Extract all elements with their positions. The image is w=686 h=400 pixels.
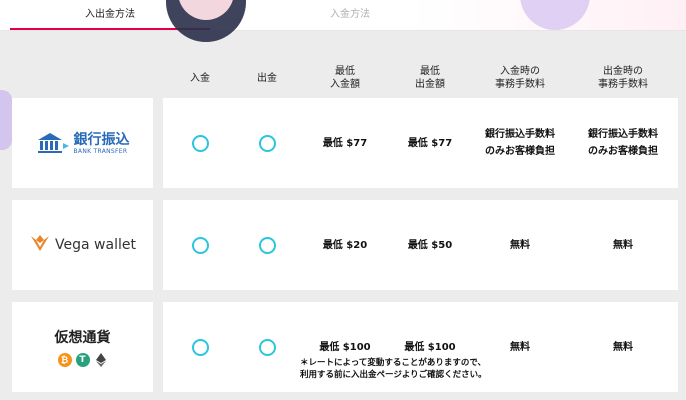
header-min-withdraw: 最低 出金額 bbox=[415, 66, 445, 90]
header-min-deposit: 最低 入金額 bbox=[330, 66, 360, 90]
rate-note: ＊レートによって変動することがありますので、 利用する前に入出金ページよりご確認… bbox=[300, 358, 487, 380]
deposit-fee-value: 銀行振込手数料 のみお客様負担 bbox=[485, 129, 555, 157]
min-deposit-value: 最低 $77 bbox=[322, 137, 368, 149]
vega-logo-text: Vega wallet bbox=[55, 237, 136, 253]
crypto-logo-title: 仮想通貨 bbox=[54, 330, 111, 346]
min-deposit-value: 最低 $20 bbox=[322, 239, 368, 251]
deposit-available bbox=[163, 200, 237, 290]
table-row-vega-wallet: Vega wallet 最低 $20 最低 $50 無料 無料 bbox=[12, 200, 678, 290]
min-withdraw-value: 最低 $50 bbox=[407, 239, 453, 251]
mascot-illustration-left bbox=[0, 90, 12, 150]
bank-building-icon bbox=[36, 131, 70, 155]
tab-label: 入金方法 bbox=[330, 9, 370, 20]
header-withdraw: 出金 bbox=[257, 72, 277, 84]
min-withdraw-value: 最低 $77 bbox=[407, 137, 453, 149]
withdraw-fee-value: 無料 bbox=[613, 341, 633, 353]
vega-wallet-logo: Vega wallet bbox=[12, 200, 153, 290]
ethereum-icon bbox=[93, 353, 108, 367]
deposit-available bbox=[163, 302, 237, 392]
withdraw-available bbox=[230, 200, 304, 290]
withdraw-fee-value: 銀行振込手数料 のみお客様負担 bbox=[588, 129, 658, 157]
bank-transfer-logo: 銀行振込 BANK TRANSFER bbox=[12, 98, 153, 188]
table-row-bank-transfer: 銀行振込 BANK TRANSFER 最低 $77 最低 $77 銀行振込手数料… bbox=[12, 98, 678, 188]
header-deposit: 入金 bbox=[190, 72, 210, 84]
available-circle-icon bbox=[258, 236, 276, 254]
header-deposit-fee: 入金時の 事務手数料 bbox=[495, 66, 545, 90]
bitcoin-icon: ₿ bbox=[57, 353, 72, 367]
crypto-logo: 仮想通貨 ₿ T bbox=[12, 302, 153, 392]
available-circle-icon bbox=[258, 338, 276, 356]
available-circle-icon bbox=[191, 338, 209, 356]
vega-crown-icon bbox=[29, 233, 51, 257]
available-circle-icon bbox=[191, 236, 209, 254]
deposit-fee-value: 無料 bbox=[510, 239, 530, 251]
available-circle-icon bbox=[258, 134, 276, 152]
available-circle-icon bbox=[191, 134, 209, 152]
bank-logo-subtitle: BANK TRANSFER bbox=[73, 147, 128, 155]
withdraw-available bbox=[230, 302, 304, 392]
tab-label: 入出金方法 bbox=[85, 9, 135, 20]
withdraw-available bbox=[230, 98, 304, 188]
withdraw-fee-value: 無料 bbox=[613, 239, 633, 251]
tether-icon: T bbox=[75, 353, 90, 367]
header-withdraw-fee: 出金時の 事務手数料 bbox=[598, 66, 648, 90]
tab-deposit-methods[interactable]: 入金方法 bbox=[250, 0, 450, 30]
bank-logo-title: 銀行振込 bbox=[73, 131, 130, 148]
deposit-available bbox=[163, 98, 237, 188]
